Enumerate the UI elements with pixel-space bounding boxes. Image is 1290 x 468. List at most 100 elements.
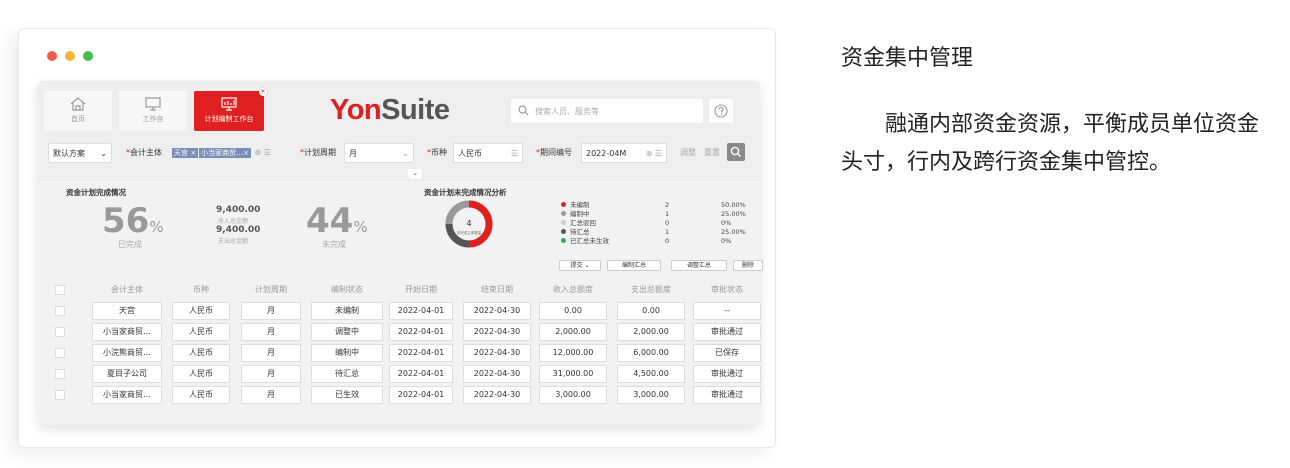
period-no-select[interactable]: 2022-04M ⊗ ☰ (581, 143, 667, 163)
entity-tag[interactable]: 天宫 × (172, 148, 199, 158)
adjust-link[interactable]: 调整 (680, 143, 696, 163)
percent-sign: % (149, 218, 164, 236)
row-checkbox[interactable] (55, 306, 65, 316)
legend-count: 0 (665, 237, 670, 245)
incomplete-percent-value: 44 (306, 201, 354, 241)
legend-count: 1 (665, 228, 670, 236)
window-maximize-dot[interactable] (83, 51, 93, 61)
tab-close-icon[interactable]: ✕ (259, 88, 267, 96)
cell-start-date: 2022-04-01 (389, 365, 453, 383)
delete-button[interactable]: 删除 (733, 260, 763, 271)
legend-row: 未编制 2 50.00% (561, 201, 761, 210)
chart-board-icon (221, 97, 237, 111)
donut-value: 4 (466, 219, 471, 228)
donut-caption: 未完成主体数量 (457, 230, 482, 235)
search-button[interactable] (727, 143, 745, 161)
cell-expense: 4,500.00 (617, 365, 685, 383)
cell-status: 待汇总 (311, 365, 383, 383)
help-icon (714, 104, 728, 118)
column-header: 结束日期 (481, 285, 513, 294)
cell-entity: 小浣熊商贸… (92, 344, 162, 362)
scheme-select[interactable]: 默认方案 ⌄ (48, 143, 112, 163)
cell-end-date: 2022-04-30 (463, 302, 531, 320)
legend-row: 待汇总 1 25.00% (561, 228, 761, 237)
row-checkbox[interactable] (55, 390, 65, 400)
legend-bullet-icon (561, 211, 566, 216)
tab-workbench[interactable]: 工作台 (119, 91, 187, 131)
cell-end-date: 2022-04-30 (463, 365, 531, 383)
clear-icon[interactable]: ⊗ (255, 148, 262, 157)
income-caption: 收入总金额 (218, 218, 249, 225)
cell-currency: 人民币 (172, 386, 230, 404)
tab-plan-workbench-label: 计划编制工作台 (204, 115, 254, 123)
row-checkbox[interactable] (55, 369, 65, 379)
adjust-summary-button[interactable]: 调整汇总 (671, 260, 727, 271)
reset-link[interactable]: 重置 (704, 143, 720, 163)
column-header: 支出总额度 (631, 285, 671, 294)
filter-bar: 默认方案 ⌄ *会计主体 天宫 × 小当家商贸…× ⊗ ☰ *计划周期 月 ⌄ *… (38, 143, 760, 163)
entity-label-text: 会计主体 (130, 148, 162, 157)
cell-expense: 6,000.00 (617, 344, 685, 362)
period-no-label-text: 期间编号 (540, 148, 572, 157)
help-button[interactable] (709, 99, 733, 123)
legend-percent: 0% (721, 237, 732, 245)
cell-income: 12,000.00 (539, 344, 607, 362)
expense-caption: 支出总金额 (218, 238, 249, 245)
legend-percent: 0% (721, 219, 732, 227)
legend-bullet-icon (561, 202, 566, 207)
cell-period: 月 (241, 386, 301, 404)
list-icon[interactable]: ☰ (264, 148, 271, 157)
legend-bullet-icon (561, 220, 566, 225)
legend-label: 待汇总 (570, 228, 590, 236)
column-header: 会计主体 (111, 285, 143, 294)
window-close-dot[interactable] (47, 51, 57, 61)
cell-entity: 天宫 (92, 302, 162, 320)
legend-bullet-icon (561, 238, 566, 243)
currency-label-text: 币种 (431, 148, 447, 157)
cell-period: 月 (241, 302, 301, 320)
column-header: 币种 (193, 285, 209, 294)
column-header: 审批状态 (711, 285, 743, 294)
percent-sign: % (353, 218, 368, 236)
period-value: 月 (349, 149, 357, 158)
entity-tag[interactable]: 小当家商贸…× (199, 148, 251, 158)
search-input[interactable]: 搜索人员、服务等 (511, 99, 703, 123)
legend-row: 已汇总未生效 0 0% (561, 237, 761, 246)
legend-label: 汇总驳回 (570, 219, 596, 227)
cell-expense: 0.00 (617, 302, 685, 320)
column-header: 编制状态 (331, 285, 363, 294)
tab-home[interactable]: 首页 (44, 91, 112, 131)
cell-end-date: 2022-04-30 (463, 386, 531, 404)
cell-approval: 审批通过 (693, 386, 761, 404)
entity-select[interactable]: 天宫 × 小当家商贸…× ⊗ ☰ (172, 143, 271, 163)
period-no-label: *期间编号 (536, 148, 572, 157)
legend-bullet-icon (561, 229, 566, 234)
cell-entity: 小当家商贸… (92, 323, 162, 341)
compile-summary-button[interactable]: 编制汇总 (607, 260, 661, 271)
row-checkbox[interactable] (55, 348, 65, 358)
window-minimize-dot[interactable] (65, 51, 75, 61)
period-no-value: 2022-04M (586, 149, 627, 158)
legend-percent: 25.00% (721, 228, 746, 236)
cell-income: 31,000.00 (539, 365, 607, 383)
submit-button[interactable]: 提交 ⌄ (559, 260, 601, 271)
cell-income: 2,000.00 (539, 323, 607, 341)
collapse-toggle[interactable]: ⌄ (408, 169, 422, 179)
cell-approval: 已保存 (693, 344, 761, 362)
tab-workbench-label: 工作台 (142, 115, 164, 123)
legend-count: 0 (665, 219, 670, 227)
row-checkbox[interactable] (55, 327, 65, 337)
currency-select[interactable]: 人民币 ☰ (453, 143, 523, 163)
complete-caption: 已完成 (118, 240, 142, 249)
tab-plan-workbench[interactable]: 计划编制工作台 ✕ (194, 88, 267, 131)
cell-start-date: 2022-04-01 (389, 344, 453, 362)
select-all-checkbox[interactable] (55, 285, 65, 295)
cell-period: 月 (241, 365, 301, 383)
cell-status: 编制中 (311, 344, 383, 362)
period-select[interactable]: 月 ⌄ (344, 143, 414, 163)
incomplete-caption: 未完成 (322, 240, 346, 249)
cell-expense: 2,000.00 (617, 323, 685, 341)
donut-segment-unprepared (468, 200, 493, 248)
tab-home-label: 首页 (71, 115, 85, 123)
legend-percent: 50.00% (721, 201, 746, 209)
